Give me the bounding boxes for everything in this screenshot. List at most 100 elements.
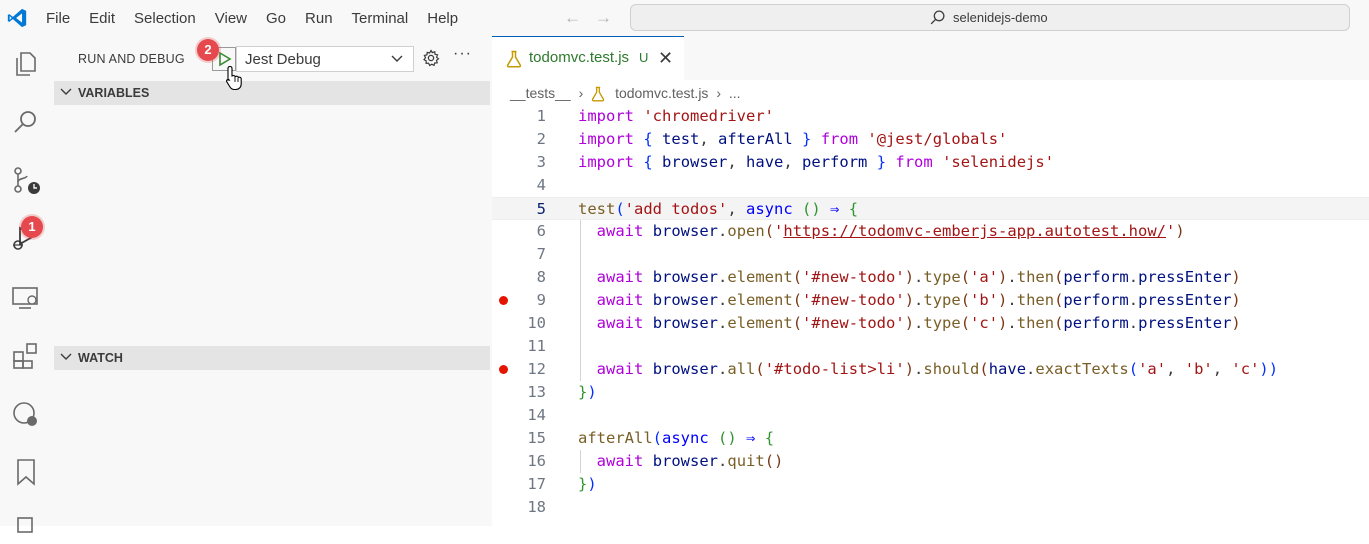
code-token: } [802,130,812,148]
code-line[interactable]: 15 afterAll(async () ⇒ { [492,427,1369,450]
code-token: ⇒ [830,200,840,218]
code-token: ( [960,291,971,309]
sidebar-title: RUN AND DEBUG [78,52,185,66]
variables-section-header[interactable]: VARIABLES [54,81,490,105]
code-line[interactable]: 16 await browser.quit() [492,450,1369,473]
code-text: }) [578,381,597,404]
breadcrumb-folder[interactable]: __tests__ [510,85,571,101]
code-line[interactable]: 12 await browser.all('#todo-list>li').sh… [492,358,1369,381]
line-number: 7 [536,245,546,263]
activity-bar: 1 [0,36,52,533]
command-center[interactable]: selenidejs-demo [630,4,1350,31]
line-number: 11 [527,337,546,355]
line-number: 12 [527,360,546,378]
watch-section-header[interactable]: WATCH [54,346,490,370]
code-token: ( [1054,314,1064,332]
vscode-logo-icon [7,8,27,28]
code-token: )) [1259,360,1279,378]
code-token: ( [792,291,803,309]
code-token: ( [1054,291,1064,309]
code-token: then [1016,291,1055,309]
code-token: element [727,314,793,332]
code-token: ( [979,360,989,378]
flask-icon [591,87,605,102]
code-line[interactable]: 9 await browser.element('#new-todo').typ… [492,289,1369,312]
code-line[interactable]: 13}) [492,381,1369,404]
line-number: 10 [527,314,546,332]
code-line[interactable]: 8 await browser.element('#new-todo').typ… [492,266,1369,289]
code-line[interactable]: 3 import { browser, have, perform } from … [492,151,1369,174]
code-line[interactable]: 11 [492,335,1369,358]
code-line[interactable]: 17}) [492,473,1369,496]
menu-edit[interactable]: Edit [89,10,115,27]
tab-todomvc-test-js[interactable]: todomvc.test.js U ✕ [492,36,684,80]
explorer-icon[interactable] [10,48,42,80]
forward-arrow-icon[interactable]: → [595,8,612,28]
back-arrow-icon[interactable]: ← [564,8,581,28]
code-line[interactable]: 2 import { test, afterAll } from '@jest/g… [492,128,1369,151]
menu-help[interactable]: Help [427,10,458,27]
breadcrumb-file[interactable]: todomvc.test.js [615,85,708,101]
code-text: await browser.element('#new-todo').type(… [578,289,1241,312]
code-token: import [578,107,634,125]
code-line[interactable]: 14 [492,404,1369,427]
menu-view[interactable]: View [215,10,247,27]
untracked-indicator: U [639,50,649,65]
more-actions-icon[interactable]: ··· [453,45,472,63]
watch-section-label: WATCH [78,351,123,365]
code-line[interactable]: 10 await browser.element('#new-todo').ty… [492,312,1369,335]
code-token: element [727,268,793,286]
code-line[interactable]: 18 [492,496,1369,519]
code-token: ) [587,383,597,401]
code-token: . [914,291,924,309]
extensions-icon[interactable] [10,340,42,372]
code-token: . [718,268,728,286]
testing-icon[interactable] [10,398,42,430]
debug-configuration-select[interactable]: Jest Debug [236,46,414,72]
code-token: { [643,153,653,171]
menu-selection[interactable]: Selection [134,10,196,27]
code-token: . [1007,291,1017,309]
code-token: async [662,429,709,447]
code-text: await browser.element('#new-todo').type(… [578,266,1241,289]
code-token: 'add todos' [624,200,728,218]
code-token: ( [792,268,803,286]
remote-explorer-icon[interactable] [10,282,42,314]
menu-run[interactable]: Run [305,10,333,27]
code-token: { [643,130,653,148]
code-token: test [662,130,700,148]
breadcrumb-symbol[interactable]: ... [729,85,741,101]
source-control-icon[interactable] [10,164,42,196]
search-icon[interactable] [10,106,42,138]
code-token: open [727,222,765,240]
accounts-icon[interactable] [10,512,42,544]
menu-file[interactable]: File [46,10,70,27]
gear-icon[interactable] [422,49,440,67]
code-line[interactable]: 5 test('add todos', async () ⇒ { [492,197,1369,220]
code-line[interactable]: 7 [492,243,1369,266]
code-token: '#new-todo' [802,268,905,286]
line-number: 9 [536,291,546,309]
code-line[interactable]: 6 await browser.open('https://todomvc-em… [492,220,1369,243]
bookmarks-icon[interactable] [10,456,42,488]
code-token: browser [662,153,728,171]
code-line[interactable]: 1 import 'chromedriver' [492,105,1369,128]
line-number: 2 [536,130,546,148]
code-token: , [1212,360,1232,378]
code-token: pressEnter [1138,314,1232,332]
code-token: browser [652,222,719,240]
tab-bar: todomvc.test.js U ✕ [492,36,1369,80]
code-token: () [802,200,821,218]
menu-go[interactable]: Go [266,10,286,27]
menu-terminal[interactable]: Terminal [352,10,409,27]
code-text: await browser.element('#new-todo').type(… [578,312,1241,335]
close-icon[interactable]: ✕ [658,48,673,69]
code-token: then [1016,314,1055,332]
tab-label: todomvc.test.js [529,49,630,66]
code-line[interactable]: 4 [492,174,1369,197]
